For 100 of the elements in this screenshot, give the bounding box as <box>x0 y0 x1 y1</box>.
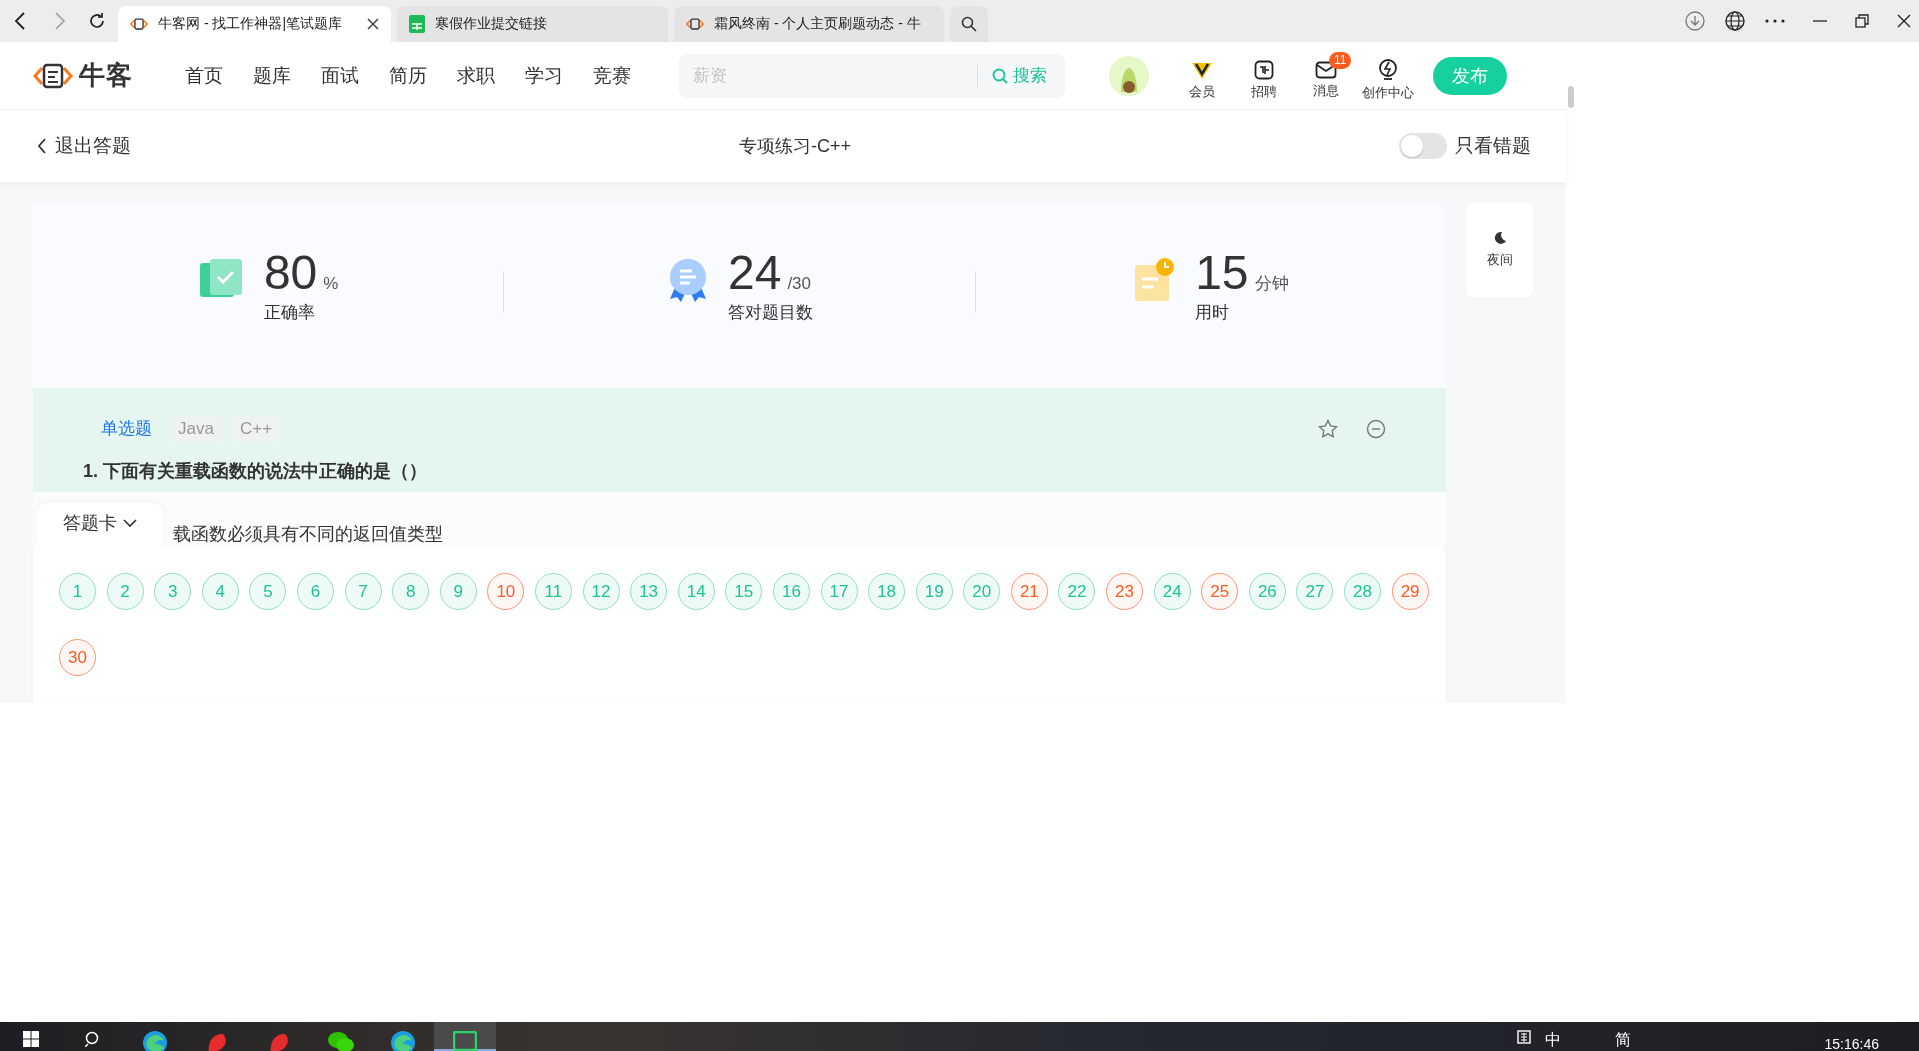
browser-tab[interactable]: 寒假作业提交链接 <box>397 6 668 42</box>
close-icon[interactable] <box>1897 14 1911 28</box>
download-icon[interactable] <box>1685 11 1705 31</box>
logo-icon <box>33 61 73 90</box>
question-number[interactable]: 8 <box>392 573 430 610</box>
search-icon <box>961 16 977 32</box>
clock[interactable]: 15:16:46 <box>1824 1030 1879 1051</box>
question-number[interactable]: 27 <box>1296 573 1334 610</box>
answer-card-tab[interactable]: 答题卡 <box>37 503 163 547</box>
refresh-icon[interactable] <box>88 12 106 30</box>
stat-value: 80 <box>263 247 318 299</box>
question-number[interactable]: 22 <box>1058 573 1096 610</box>
sheet-icon <box>409 15 425 33</box>
stat-label: 答对题目数 <box>728 302 813 324</box>
browser-tab[interactable]: 牛客网 - 找工作神器|笔试题库 <box>118 6 391 42</box>
question-number[interactable]: 19 <box>915 573 953 610</box>
nav-link[interactable]: 题库 <box>253 62 291 89</box>
stat-label: 正确率 <box>263 302 316 324</box>
ime-indicator[interactable]: 简 <box>1614 1030 1631 1051</box>
question-number[interactable]: 28 <box>1344 573 1382 610</box>
toggle-switch[interactable] <box>1399 133 1447 159</box>
question-number[interactable]: 11 <box>534 573 572 610</box>
question-number[interactable]: 26 <box>1248 573 1286 610</box>
moon-icon <box>1492 231 1507 245</box>
option-text: 载函数必须具有不同的返回值类型 <box>173 523 443 546</box>
site-logo-icon <box>130 17 148 31</box>
search-icon[interactable] <box>85 1031 101 1047</box>
restore-icon[interactable] <box>1855 14 1869 28</box>
question-number[interactable]: 20 <box>963 573 1001 610</box>
nav-link[interactable]: 求职 <box>457 62 495 89</box>
question-number[interactable]: 30 <box>59 639 96 676</box>
question-number[interactable]: 5 <box>249 573 287 610</box>
question-number[interactable]: 6 <box>296 573 334 610</box>
question-tag: C++ <box>231 415 281 442</box>
question-number[interactable]: 3 <box>154 573 192 610</box>
logo-text[interactable]: 牛客 <box>79 58 133 93</box>
scrollbar-thumb[interactable] <box>1568 86 1574 108</box>
windows-icon[interactable] <box>23 1031 39 1047</box>
question-number[interactable]: 9 <box>439 573 477 610</box>
question-number[interactable]: 10 <box>487 573 525 610</box>
browser-icon[interactable] <box>391 1031 415 1051</box>
mail-icon <box>1315 60 1337 79</box>
minus-circle-icon[interactable] <box>1366 418 1386 439</box>
back-icon[interactable] <box>14 12 26 30</box>
exit-link[interactable]: 退出答题 <box>37 133 131 159</box>
night-mode-button[interactable]: 夜间 <box>1466 203 1533 297</box>
more-icon[interactable] <box>1765 19 1785 23</box>
lightning-icon <box>1378 58 1398 81</box>
ime-indicator[interactable]: 中 <box>1544 1030 1561 1051</box>
toggle-label: 只看错题 <box>1455 134 1531 158</box>
avatar[interactable] <box>1109 55 1149 96</box>
question-number[interactable]: 14 <box>677 573 715 610</box>
question-number[interactable]: 12 <box>582 573 620 610</box>
question-number[interactable]: 18 <box>868 573 906 610</box>
question-tag: Java <box>170 415 222 442</box>
nav-action[interactable]: 招聘 <box>1237 50 1291 101</box>
question-tag: 单选题 <box>93 414 160 443</box>
stat-label: 用时 <box>1195 302 1231 324</box>
nav-link[interactable]: 首页 <box>185 62 223 89</box>
question-number[interactable]: 24 <box>1153 573 1191 610</box>
site-logo-icon <box>686 17 704 31</box>
nav-action[interactable]: 消息 11 <box>1299 51 1353 100</box>
nav-link[interactable]: 简历 <box>389 62 427 89</box>
question-number[interactable]: 4 <box>201 573 239 610</box>
tab-search-button[interactable] <box>950 6 988 42</box>
recruit-icon <box>1254 59 1274 80</box>
question-number[interactable]: 23 <box>1106 573 1144 610</box>
globe-icon[interactable] <box>1725 11 1745 31</box>
stat-unit: /30 <box>787 274 811 294</box>
question-number[interactable]: 13 <box>630 573 668 610</box>
question-number[interactable]: 2 <box>106 573 144 610</box>
stat-value: 24 <box>728 247 782 299</box>
nav-link[interactable]: 学习 <box>525 62 563 89</box>
publish-button[interactable]: 发布 <box>1433 56 1507 95</box>
stat-unit: 分钟 <box>1254 273 1289 295</box>
question-number[interactable]: 29 <box>1391 573 1429 610</box>
question-number[interactable]: 7 <box>344 573 382 610</box>
close-icon[interactable] <box>367 18 379 30</box>
question-number[interactable]: 16 <box>772 573 810 610</box>
browser-tab[interactable]: 霜风终南 - 个人主页刷题动态 - 牛 <box>674 6 944 42</box>
keyboard-icon[interactable] <box>1516 1030 1531 1044</box>
browser-icon[interactable] <box>143 1031 167 1051</box>
question-number[interactable]: 17 <box>820 573 858 610</box>
stat-unit: % <box>323 274 339 294</box>
question-number[interactable]: 15 <box>725 573 763 610</box>
nav-action[interactable]: 会员 <box>1175 50 1229 101</box>
chevron-left-icon <box>37 138 47 154</box>
question-number[interactable]: 1 <box>59 573 96 610</box>
chat-icon[interactable] <box>328 1031 354 1051</box>
search-button[interactable]: 搜索 <box>992 64 1053 87</box>
nav-link[interactable]: 面试 <box>321 62 359 89</box>
page-title: 专项练习-C++ <box>738 135 852 158</box>
star-icon[interactable] <box>1318 418 1338 439</box>
count-badge: 11 <box>1329 51 1352 69</box>
nav-link[interactable]: 竞赛 <box>593 62 631 89</box>
question-number[interactable]: 25 <box>1201 573 1239 610</box>
question-number[interactable]: 21 <box>1010 573 1048 610</box>
stat-value: 15 <box>1195 247 1249 299</box>
nav-action[interactable]: 创作中心 <box>1361 49 1415 102</box>
app-icon[interactable] <box>453 1031 477 1051</box>
